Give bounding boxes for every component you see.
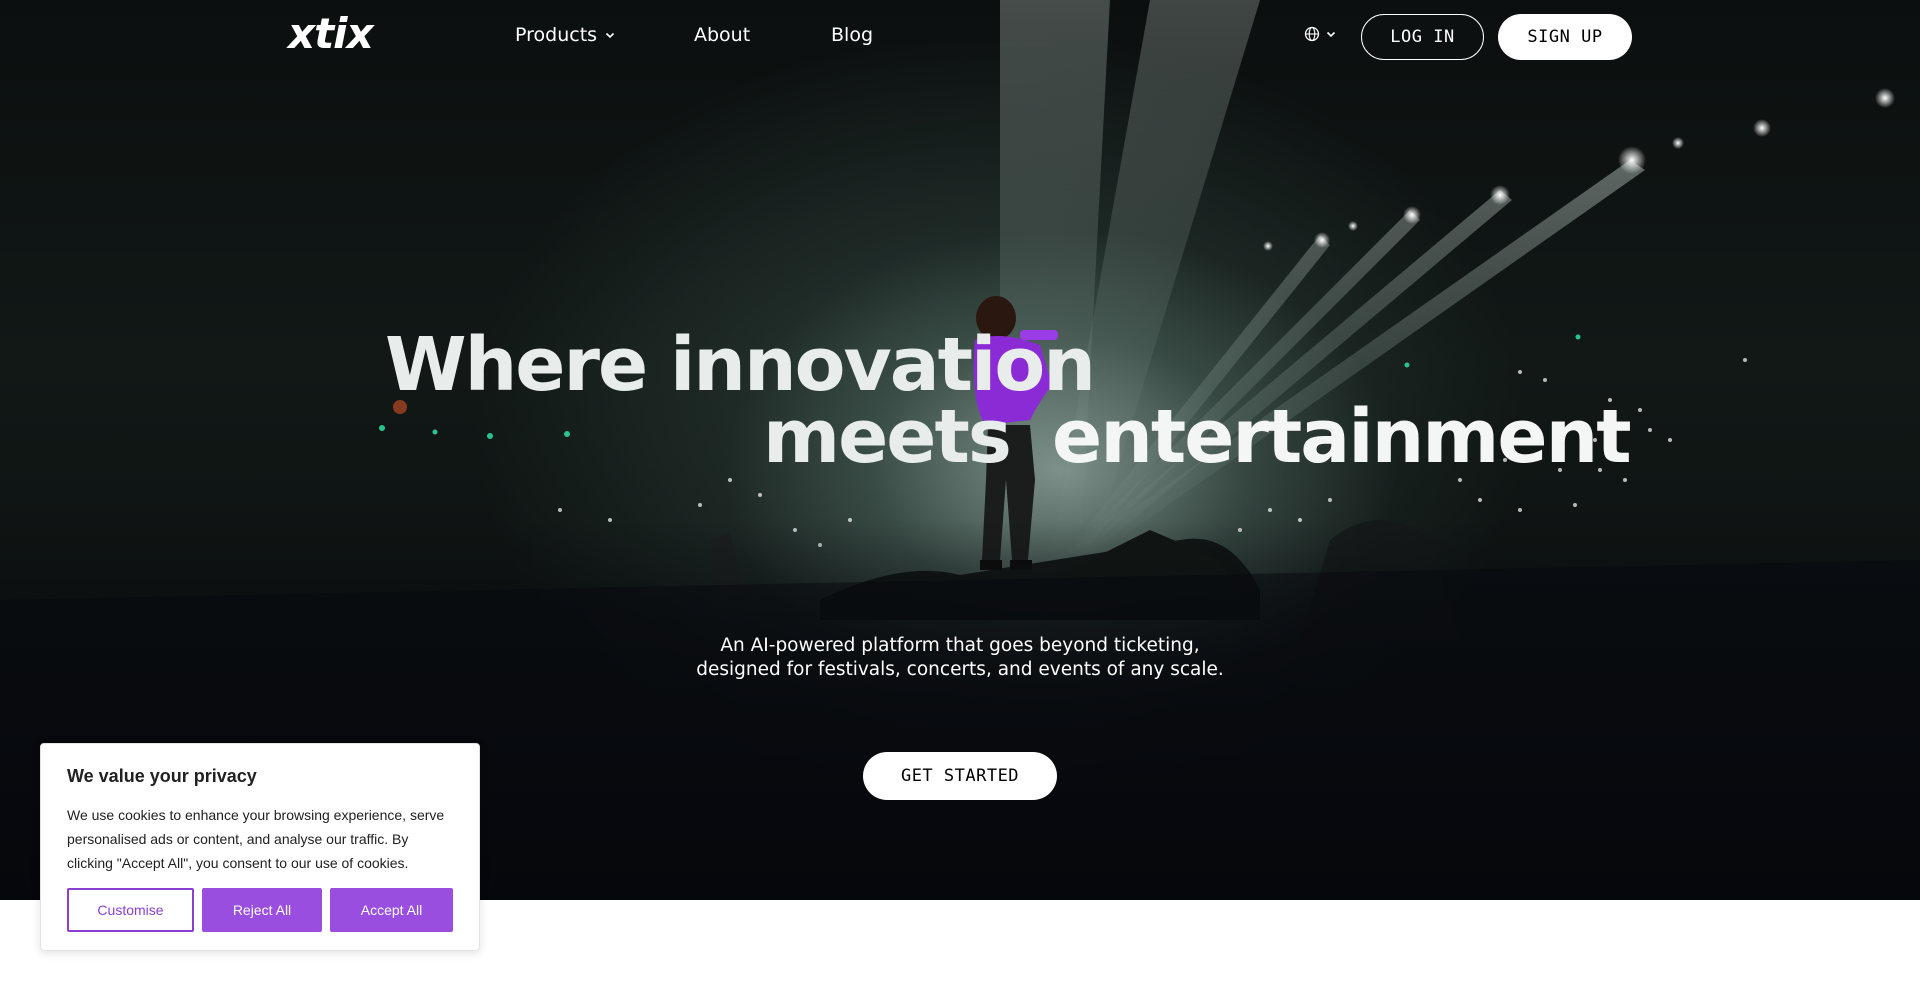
get-started-button[interactable]: GET STARTED bbox=[863, 752, 1057, 800]
chevron-down-icon bbox=[605, 32, 615, 39]
subtitle-line-1: An AI-powered platform that goes beyond … bbox=[720, 635, 1200, 656]
signup-button[interactable]: SIGN UP bbox=[1498, 14, 1632, 60]
cookie-buttons: Customise Reject All Accept All bbox=[67, 888, 453, 932]
globe-icon bbox=[1304, 26, 1320, 42]
cookie-title: We value your privacy bbox=[67, 766, 257, 786]
chevron-down-icon bbox=[1326, 31, 1336, 38]
language-selector[interactable] bbox=[1304, 26, 1336, 42]
subtitle-line-2: designed for festivals, concerts, and ev… bbox=[696, 659, 1224, 680]
nav-about[interactable]: About bbox=[694, 24, 750, 46]
customise-button[interactable]: Customise bbox=[67, 888, 194, 932]
cookie-consent-banner: We value your privacy We use cookies to … bbox=[40, 743, 480, 951]
hero-subtitle: An AI-powered platform that goes beyond … bbox=[660, 634, 1260, 682]
cookie-text: We use cookies to enhance your browsing … bbox=[67, 807, 445, 871]
headline-line-2-meets: meets bbox=[763, 394, 1012, 480]
nav-products[interactable]: Products bbox=[515, 24, 615, 46]
nav-blog[interactable]: Blog bbox=[831, 24, 873, 46]
brand-logo[interactable]: xtix bbox=[288, 9, 374, 58]
top-navigation: xtix Products About Blog LOG IN SIGN UP bbox=[0, 0, 1920, 74]
login-button[interactable]: LOG IN bbox=[1361, 14, 1484, 60]
reject-all-button[interactable]: Reject All bbox=[202, 888, 322, 932]
accept-all-button[interactable]: Accept All bbox=[330, 888, 453, 932]
headline-line-2-entertainment: entertainment bbox=[1052, 394, 1632, 480]
nav-products-label: Products bbox=[515, 24, 598, 46]
